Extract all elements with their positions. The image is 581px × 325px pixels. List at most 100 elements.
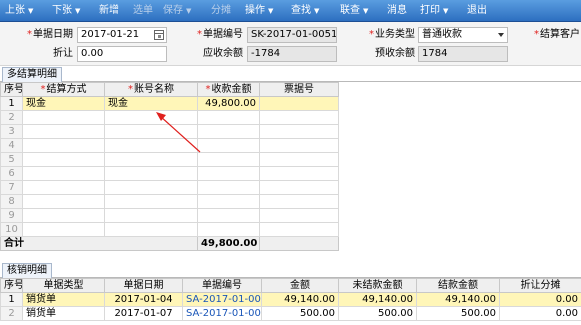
account-name-cell[interactable]	[104, 208, 198, 223]
settle-method-cell[interactable]	[22, 180, 105, 195]
column-header: 序号	[0, 278, 23, 293]
biz-type-label: *业务类型	[369, 29, 415, 40]
advance-field[interactable]: 1784	[418, 46, 508, 62]
search-menu[interactable]: 查找 ▼	[291, 0, 319, 22]
discount-alloc-cell[interactable]: 0.00	[499, 292, 581, 307]
table-row[interactable]: 9	[0, 208, 339, 223]
bill-no-cell[interactable]	[259, 180, 339, 195]
total-empty-cell	[259, 236, 339, 251]
row-index: 10	[0, 222, 23, 237]
biz-type-select[interactable]: 普通收款	[418, 27, 508, 43]
calendar-icon[interactable]	[154, 30, 164, 40]
next-record-button[interactable]: 下张 ▼	[52, 0, 80, 22]
discount-alloc-cell[interactable]: 0.00	[499, 306, 581, 321]
doc-no-link[interactable]: SA-2017-01-0038	[182, 306, 262, 321]
operations-menu[interactable]: 操作 ▼	[245, 0, 273, 22]
column-header[interactable]: *收款金额	[197, 82, 260, 97]
settle-method-cell[interactable]	[22, 110, 105, 125]
doc-date-cell[interactable]: 2017-01-07	[104, 306, 183, 321]
main-toolbar: 上张 ▼ 下张 ▼ 新增 选单 保存 ▼ 分摊 操作 ▼ 查找 ▼ 联查 ▼ 消息 打印 ▼ …	[0, 0, 581, 22]
account-name-cell[interactable]	[104, 180, 198, 195]
select-doc-button[interactable]: 选单	[133, 0, 153, 22]
table-row[interactable]: 7	[0, 180, 339, 195]
doc-type-cell[interactable]: 销货单	[22, 292, 105, 307]
column-header[interactable]: *结算方式	[22, 82, 105, 97]
doc-no-field[interactable]: SK-2017-01-0051	[247, 27, 337, 43]
settle-method-cell[interactable]: 现金	[22, 96, 105, 111]
column-header[interactable]: 金额	[261, 278, 339, 293]
table-row[interactable]: 2 销货单 2017-01-07 SA-2017-01-0038 500.00 …	[0, 306, 581, 321]
doc-no-link[interactable]: SA-2017-01-0013	[182, 292, 262, 307]
bill-no-cell[interactable]	[259, 110, 339, 125]
account-name-cell[interactable]	[104, 194, 198, 209]
row-index: 2	[0, 306, 23, 321]
row-index: 5	[0, 152, 23, 167]
bill-no-cell[interactable]	[259, 124, 339, 139]
doc-date-field[interactable]: 2017-01-21	[77, 27, 167, 43]
table-row[interactable]: 8	[0, 194, 339, 209]
column-header[interactable]: 结款金额	[416, 278, 500, 293]
table-row[interactable]: 10	[0, 222, 339, 237]
amount-cell[interactable]	[197, 222, 260, 237]
row-index: 4	[0, 138, 23, 153]
tab-settle-detail[interactable]: 多结算明细	[2, 67, 62, 82]
column-header: 序号	[0, 82, 23, 97]
bill-no-cell[interactable]	[259, 194, 339, 209]
tab-verify-detail[interactable]: 核销明细	[2, 263, 52, 278]
settle-method-cell[interactable]	[22, 152, 105, 167]
total-row: 合计 49,800.00	[0, 236, 339, 251]
save-button[interactable]: 保存 ▼	[163, 0, 191, 22]
receivable-field[interactable]: -1784	[247, 46, 337, 62]
messages-button[interactable]: 消息	[387, 0, 407, 22]
settle-method-cell[interactable]	[22, 138, 105, 153]
settle-method-cell[interactable]	[22, 222, 105, 237]
amount-cell[interactable]	[197, 166, 260, 181]
unsettled-cell[interactable]: 49,140.00	[338, 292, 417, 307]
column-header[interactable]: 折让分摊	[499, 278, 581, 293]
print-menu[interactable]: 打印 ▼	[420, 0, 448, 22]
chevron-down-icon: ▼	[314, 7, 320, 15]
column-header[interactable]: *账号名称	[104, 82, 198, 97]
discount-label: 折让	[53, 48, 73, 59]
new-button[interactable]: 新增	[99, 0, 119, 22]
bill-no-cell[interactable]	[259, 152, 339, 167]
amount-cell[interactable]	[197, 194, 260, 209]
bill-no-cell[interactable]	[259, 138, 339, 153]
row-index: 1	[0, 96, 23, 111]
column-header[interactable]: 单据日期	[104, 278, 183, 293]
doc-date-cell[interactable]: 2017-01-04	[104, 292, 183, 307]
settle-method-cell[interactable]	[22, 208, 105, 223]
account-name-cell[interactable]	[104, 166, 198, 181]
amount-cell[interactable]: 500.00	[261, 306, 339, 321]
row-index: 1	[0, 292, 23, 307]
total-label: 合计	[0, 236, 198, 251]
amount-cell[interactable]	[197, 208, 260, 223]
bill-no-cell[interactable]	[259, 222, 339, 237]
amount-cell[interactable]	[197, 180, 260, 195]
doc-type-cell[interactable]: 销货单	[22, 306, 105, 321]
settle-method-cell[interactable]	[22, 194, 105, 209]
account-name-cell[interactable]	[104, 222, 198, 237]
bill-no-cell[interactable]	[259, 166, 339, 181]
column-header[interactable]: 单据编号	[182, 278, 262, 293]
bill-no-cell[interactable]	[259, 208, 339, 223]
table-row[interactable]: 6	[0, 166, 339, 181]
settled-cell[interactable]: 500.00	[416, 306, 500, 321]
discount-field[interactable]: 0.00	[77, 46, 167, 62]
column-header[interactable]: 未结款金额	[338, 278, 417, 293]
table-row[interactable]: 1 销货单 2017-01-04 SA-2017-01-0013 49,140.…	[0, 292, 581, 307]
related-query-menu[interactable]: 联查 ▼	[340, 0, 368, 22]
column-header[interactable]: 单据类型	[22, 278, 105, 293]
column-header[interactable]: 票据号	[259, 82, 339, 97]
exit-button[interactable]: 退出	[467, 0, 487, 22]
settle-method-cell[interactable]	[22, 124, 105, 139]
unsettled-cell[interactable]: 500.00	[338, 306, 417, 321]
amount-cell[interactable]: 49,140.00	[261, 292, 339, 307]
chevron-down-icon: ▼	[75, 7, 81, 15]
settle-header-row: 序号 *结算方式 *账号名称 *收款金额 票据号	[0, 82, 339, 97]
allocate-button[interactable]: 分摊	[211, 0, 231, 22]
bill-no-cell[interactable]	[259, 96, 339, 111]
settle-method-cell[interactable]	[22, 166, 105, 181]
settled-cell[interactable]: 49,140.00	[416, 292, 500, 307]
prev-record-button[interactable]: 上张 ▼	[5, 0, 33, 22]
